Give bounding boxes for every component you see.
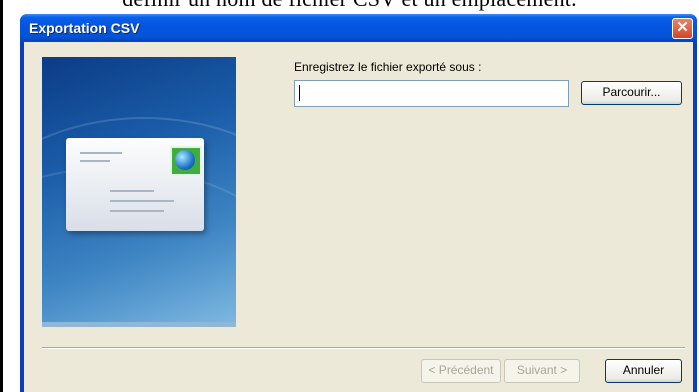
dialog-body: Enregistrez le fichier exporté sous : Pa… [24,42,693,392]
window-title: Exportation CSV [29,20,140,36]
illustration-base [42,322,236,327]
envelope-line [80,160,110,162]
document-border [0,0,3,392]
cancel-button[interactable]: Annuler [605,359,682,383]
envelope-line [80,152,122,154]
envelope-line [110,190,154,192]
globe-icon [175,150,195,170]
text-caret [299,85,300,101]
export-csv-dialog: Exportation CSV ✕ Enregistrez le fichier… [20,14,697,392]
background-document-text: définir un nom de fichier CSV et un empl… [0,0,699,11]
envelope-line [110,210,164,212]
next-button[interactable]: Suivant > [504,359,580,383]
file-path-input[interactable] [294,80,569,107]
wizard-illustration [42,57,236,322]
envelope-icon [66,138,204,231]
envelope-line [110,200,174,202]
close-icon: ✕ [676,19,689,36]
title-bar[interactable]: Exportation CSV ✕ [20,14,697,42]
close-button[interactable]: ✕ [672,18,693,39]
back-button[interactable]: < Précédent [421,359,501,383]
browse-button[interactable]: Parcourir... [581,81,682,105]
save-as-label: Enregistrez le fichier exporté sous : [294,60,482,74]
footer-separator [42,347,685,349]
stamp-icon [170,146,202,176]
